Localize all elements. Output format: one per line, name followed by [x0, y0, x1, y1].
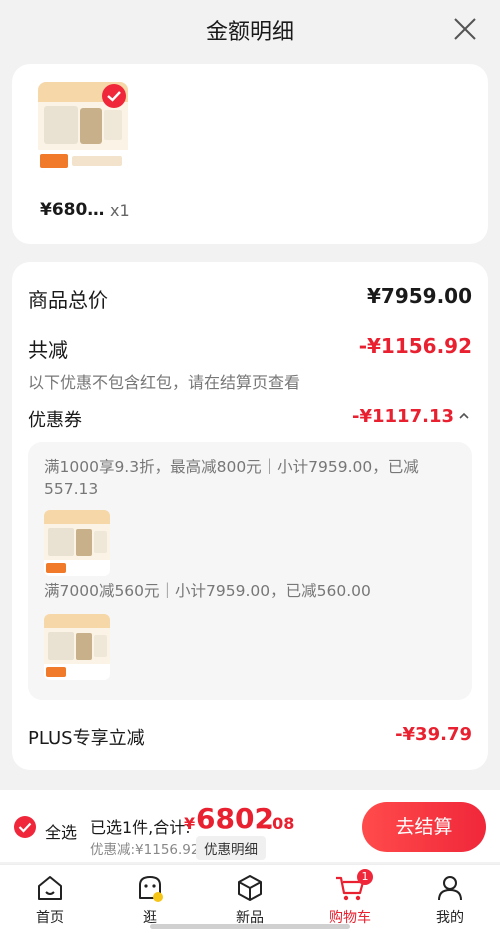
total-price-value: ¥7959.00	[366, 284, 472, 308]
select-all-checkbox[interactable]	[14, 816, 36, 838]
close-icon[interactable]	[452, 16, 478, 42]
chevron-up-icon[interactable]	[458, 410, 470, 422]
profile-icon	[438, 876, 462, 901]
tab-label: 我的	[436, 910, 464, 926]
coupon-product-thumbnail	[44, 510, 110, 576]
cart-count-badge: 1	[357, 869, 373, 885]
total-currency: ¥	[184, 814, 196, 833]
coupon-rule-2: 满7000减560元｜小计7959.00，已减560.00	[44, 582, 371, 600]
tab-new-products[interactable]: 新品	[215, 871, 285, 927]
coupon-row[interactable]: 优惠券 -¥1117.13	[28, 406, 472, 432]
coupon-product-thumbnail	[44, 614, 110, 680]
checkout-bar: 全选 已选1件,合计: ¥ 6802 .08 优惠减:¥1156.92 优惠明细…	[0, 790, 500, 862]
select-all-label[interactable]: 全选	[45, 819, 77, 843]
product-card: ¥680… x1	[12, 64, 488, 244]
plus-discount-row: PLUS专享立减 -¥39.79	[28, 724, 472, 750]
product-thumbnail[interactable]	[38, 82, 128, 172]
total-reduction-row: 共减 -¥1156.92 以下优惠不包含红包，请在结算页查看	[28, 334, 472, 393]
browse-icon	[139, 876, 163, 902]
plus-discount-value: -¥39.79	[395, 724, 472, 745]
coupon-detail-box: 满1000享9.3折，最高减800元｜小计7959.00，已减557.13 满7…	[28, 442, 472, 700]
coupon-value: -¥1117.13	[352, 406, 454, 427]
total-amount-decimal: .08	[266, 814, 295, 833]
product-price: ¥680…	[40, 200, 105, 220]
modal-header: 金额明细	[0, 0, 500, 60]
total-reduction-value: -¥1156.92	[358, 334, 472, 358]
tab-label: 首页	[36, 910, 64, 926]
amount-detail-card: 商品总价 ¥7959.00 共减 -¥1156.92 以下优惠不包含红包，请在结…	[12, 262, 488, 770]
total-amount-integer: 6802	[196, 802, 274, 835]
selected-check-icon	[102, 84, 126, 108]
discount-amount: 优惠减:¥1156.92	[90, 842, 200, 858]
home-indicator	[150, 924, 350, 929]
product-quantity: x1	[110, 201, 130, 220]
page-title: 金额明细	[205, 20, 294, 45]
discount-detail-button[interactable]: 优惠明细	[196, 836, 266, 860]
tab-home[interactable]: 首页	[15, 871, 85, 927]
new-product-icon	[238, 875, 262, 901]
tab-cart[interactable]: 1 购物车	[315, 869, 385, 927]
bottom-tab-bar: 首页 逛 新品 1 购物车 我的	[0, 864, 500, 933]
checkout-button[interactable]: 去结算	[362, 802, 486, 852]
home-icon	[38, 876, 62, 900]
tab-profile[interactable]: 我的	[415, 871, 485, 927]
coupon-rule-1: 满1000享9.3折，最高减800元｜小计7959.00，已减557.13	[44, 458, 419, 498]
total-price-row: 商品总价 ¥7959.00	[28, 284, 472, 313]
reduction-note: 以下优惠不包含红包，请在结算页查看	[28, 373, 301, 392]
tab-browse[interactable]: 逛	[115, 871, 185, 927]
selected-summary: 已选1件,合计:	[90, 818, 191, 837]
